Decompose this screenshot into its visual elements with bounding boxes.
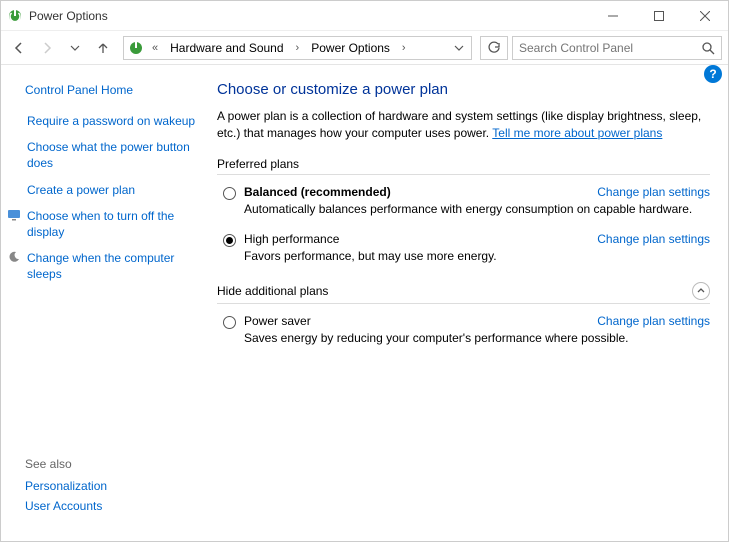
sidebar-link-create-plan[interactable]: Create a power plan [27, 182, 135, 198]
sidebar-link-turn-off-display[interactable]: Choose when to turn off the display [27, 208, 201, 240]
plan-desc: Saves energy by reducing your computer's… [244, 330, 710, 347]
plan-balanced: Balanced (recommended) Change plan setti… [223, 185, 710, 218]
radio-power-saver[interactable] [223, 316, 236, 329]
intro-link[interactable]: Tell me more about power plans [492, 126, 662, 140]
refresh-button[interactable] [480, 36, 508, 60]
see-also-label: See also [25, 457, 201, 471]
window-controls [590, 1, 728, 31]
plan-name[interactable]: High performance [244, 232, 339, 246]
breadcrumb-power-options[interactable]: Power Options [307, 39, 394, 57]
navbar: « Hardware and Sound › Power Options › [1, 31, 728, 65]
collapse-additional-button[interactable] [692, 282, 710, 300]
address-dropdown-button[interactable] [451, 36, 467, 60]
up-button[interactable] [91, 36, 115, 60]
power-options-icon [7, 8, 23, 24]
maximize-button[interactable] [636, 1, 682, 31]
recent-locations-button[interactable] [63, 36, 87, 60]
close-button[interactable] [682, 1, 728, 31]
sidebar-link-sleep[interactable]: Change when the computer sleeps [27, 250, 201, 282]
back-button[interactable] [7, 36, 31, 60]
forward-button[interactable] [35, 36, 59, 60]
see-also-user-accounts[interactable]: User Accounts [25, 499, 201, 513]
plan-power-saver: Power saver Change plan settings Saves e… [223, 314, 710, 347]
breadcrumb-prefix: « [150, 42, 160, 54]
moon-icon [7, 250, 21, 264]
plan-desc: Favors performance, but may use more ene… [244, 248, 710, 265]
main-content: ? Choose or customize a power plan A pow… [211, 65, 728, 541]
page-title: Choose or customize a power plan [217, 81, 710, 98]
control-panel-home-link[interactable]: Control Panel Home [25, 83, 201, 97]
help-icon[interactable]: ? [704, 65, 722, 83]
change-plan-settings-link[interactable]: Change plan settings [597, 185, 710, 199]
window-title: Power Options [29, 9, 108, 23]
search-box[interactable] [512, 36, 722, 60]
radio-high-performance[interactable] [223, 234, 236, 247]
change-plan-settings-link[interactable]: Change plan settings [597, 314, 710, 328]
see-also-personalization[interactable]: Personalization [25, 479, 201, 493]
radio-balanced[interactable] [223, 187, 236, 200]
sidebar-link-require-password[interactable]: Require a password on wakeup [27, 113, 195, 129]
breadcrumb-hardware-and-sound[interactable]: Hardware and Sound [166, 39, 287, 57]
minimize-button[interactable] [590, 1, 636, 31]
search-input[interactable] [519, 41, 701, 55]
address-bar[interactable]: « Hardware and Sound › Power Options › [123, 36, 472, 60]
sidebar: Control Panel Home Require a password on… [1, 65, 211, 541]
chevron-right-icon: › [294, 42, 302, 54]
additional-plans-label: Hide additional plans [217, 282, 710, 304]
power-options-icon [128, 40, 144, 56]
chevron-right-icon: › [400, 42, 408, 54]
monitor-icon [7, 208, 21, 222]
change-plan-settings-link[interactable]: Change plan settings [597, 232, 710, 246]
plan-name[interactable]: Power saver [244, 314, 311, 328]
plan-desc: Automatically balances performance with … [244, 201, 710, 218]
plan-high-performance: High performance Change plan settings Fa… [223, 232, 710, 265]
intro-text: A power plan is a collection of hardware… [217, 108, 710, 143]
plan-name[interactable]: Balanced (recommended) [244, 185, 391, 199]
titlebar: Power Options [1, 1, 728, 31]
preferred-plans-label: Preferred plans [217, 157, 710, 175]
search-icon [701, 41, 715, 55]
sidebar-link-power-button[interactable]: Choose what the power button does [27, 139, 201, 171]
